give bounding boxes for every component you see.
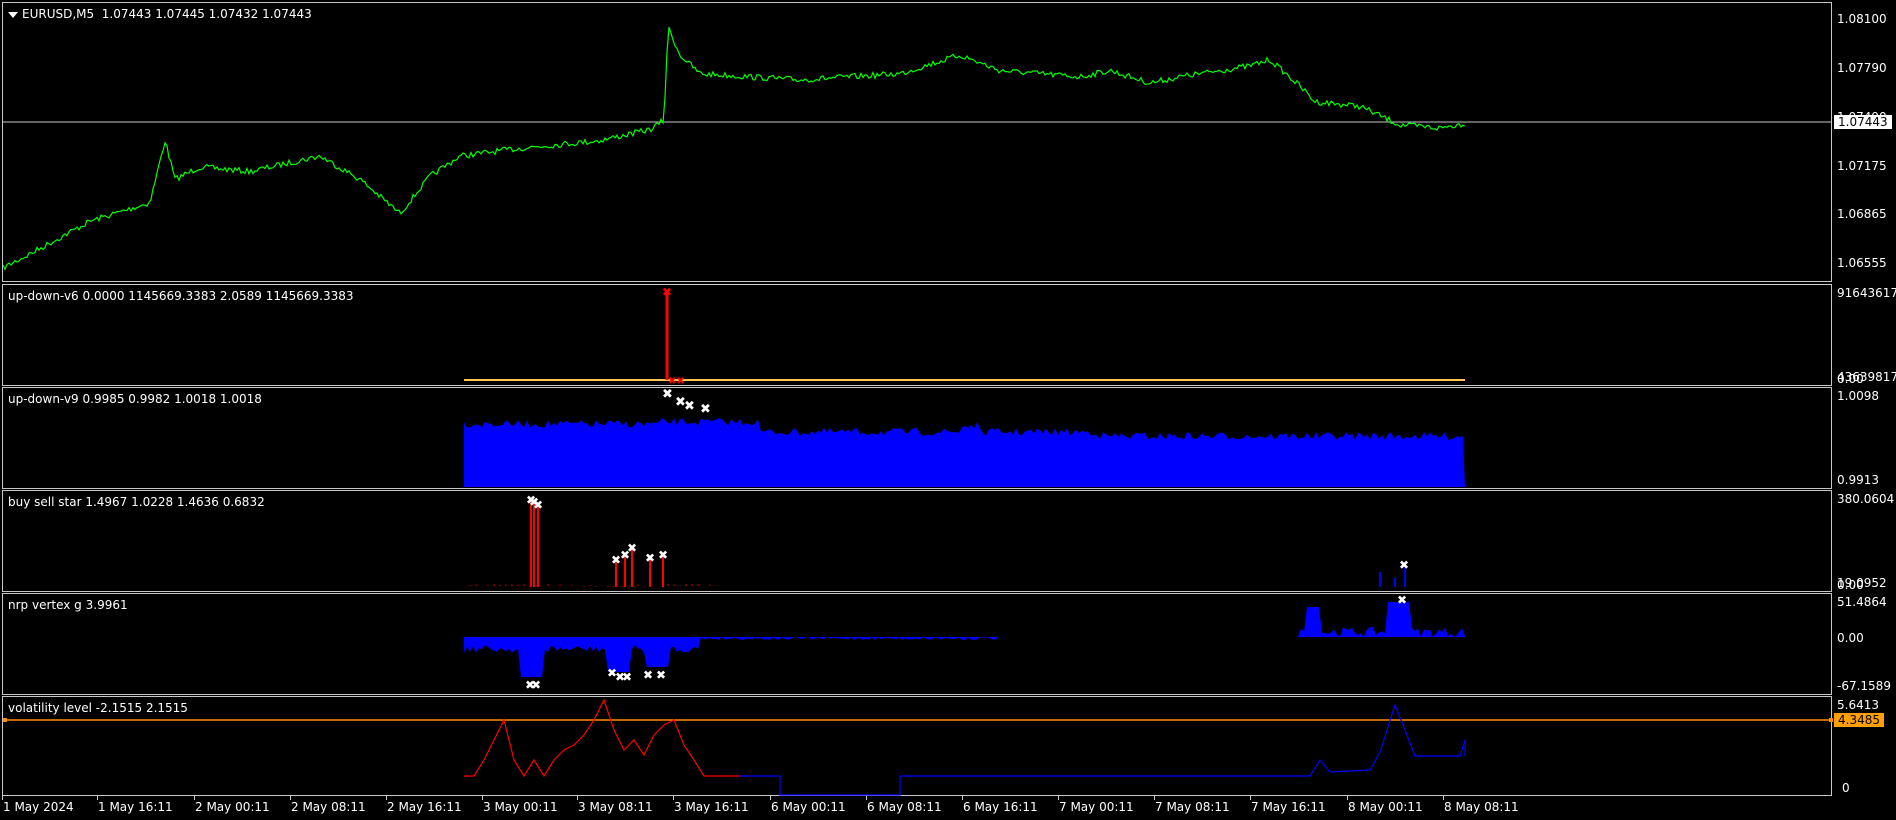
x-tick-label: 1 May 2024	[3, 800, 74, 814]
volatility-blue-line	[740, 703, 1466, 796]
star-marker: ✖	[684, 399, 695, 414]
y-tick-label: -67.1589	[1837, 679, 1891, 693]
star-marker: ✖	[645, 551, 655, 565]
level-marker	[1829, 718, 1833, 722]
star-marker: ✖	[643, 668, 653, 682]
star-marker: ✖	[700, 402, 711, 417]
bid-price-tag: 1.07443	[1834, 115, 1892, 129]
x-tick-label: 6 May 08:11	[867, 800, 942, 814]
volatility-red-line	[464, 698, 740, 778]
y-tick-label: 1.07790	[1837, 61, 1887, 75]
y-tick-label: 0.00	[1837, 631, 1864, 645]
star-marker: ✖	[533, 498, 543, 512]
y-tick-label: 0.00	[1837, 578, 1864, 592]
y-tick-label: 1.0098	[1837, 389, 1879, 403]
x-tick-label: 8 May 00:11	[1348, 800, 1423, 814]
y-tick-label: 1.06555	[1837, 256, 1887, 270]
y-tick-label: 0	[1842, 781, 1850, 795]
star-marker: ✖	[531, 678, 541, 692]
x-tick-label: 2 May 16:11	[387, 800, 462, 814]
chart-plot-layer: ✖✖✖✖✖✖ ✖✖✖✖✖✖✖✖ ✖✖✖✖✖✖✖ ✖ ✖✖	[2, 27, 1833, 796]
level-marker	[3, 718, 7, 722]
x-tick-label: 3 May 16:11	[674, 800, 749, 814]
star-marker: ✖	[656, 668, 666, 682]
star-marker: ✖	[1397, 593, 1407, 607]
y-tick-label: 1.06865	[1837, 207, 1887, 221]
x-tick-label: 3 May 08:11	[578, 800, 653, 814]
star-marker: ✖	[662, 387, 673, 402]
star-marker: ✖	[622, 670, 632, 684]
y-tick-label: 380.0604	[1837, 492, 1895, 506]
x-tick-label: 6 May 00:11	[771, 800, 846, 814]
y-tick-label: 0.9913	[1837, 473, 1879, 487]
x-tick-label: 7 May 00:11	[1059, 800, 1134, 814]
histogram-area	[464, 418, 1465, 487]
x-tick-label: 7 May 08:11	[1155, 800, 1230, 814]
y-tick-label: 5.6413	[1837, 698, 1879, 712]
star-marker: ✖	[627, 541, 637, 555]
price-line	[2, 27, 1466, 271]
x-tick-label: 8 May 08:11	[1444, 800, 1519, 814]
x-tick-label: 7 May 16:11	[1251, 800, 1326, 814]
x-tick-label: 2 May 08:11	[291, 800, 366, 814]
star-marker: ✖	[658, 548, 668, 562]
y-tick-label: 0.00	[1837, 372, 1864, 386]
y-tick-label: 1.08100	[1837, 12, 1887, 26]
y-tick-label: 51.4864	[1837, 595, 1887, 609]
level-value-tag: 4.3485	[1834, 713, 1884, 727]
x-tick-label: 1 May 16:11	[98, 800, 173, 814]
y-tick-label: 1.07175	[1837, 159, 1887, 173]
star-marker: ✖	[1399, 558, 1409, 572]
x-tick-label: 2 May 00:11	[195, 800, 270, 814]
x-tick-label: 3 May 00:11	[483, 800, 558, 814]
spike-marker: ✖	[662, 285, 672, 299]
x-tick-label: 6 May 16:11	[963, 800, 1038, 814]
spike-marker: ✖✖	[668, 376, 685, 387]
y-tick-label: 916436174	[1837, 286, 1896, 300]
